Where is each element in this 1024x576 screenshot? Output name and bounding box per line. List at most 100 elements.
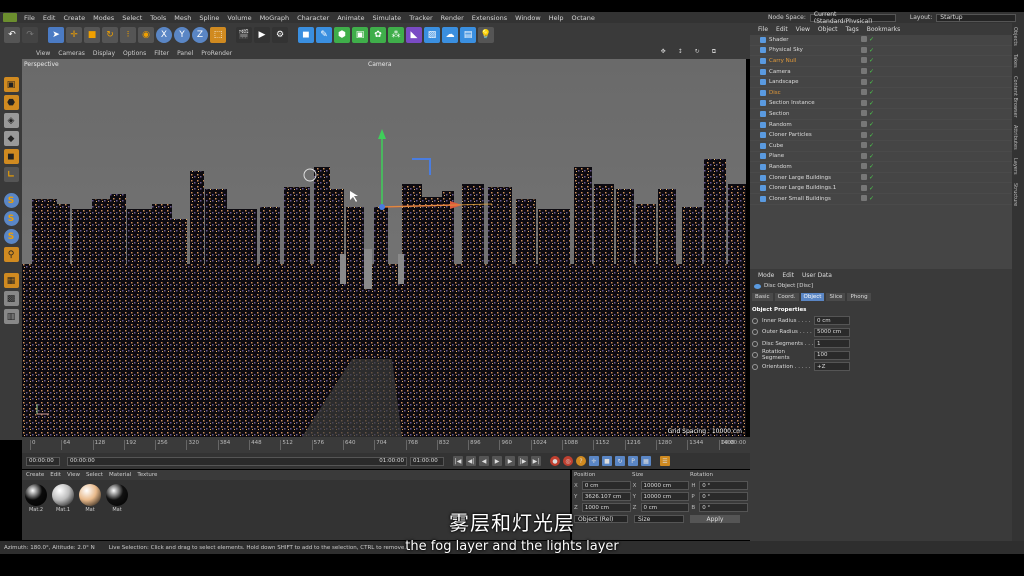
menu-item-create[interactable]: Create [59,14,89,22]
viewport-menu-cameras[interactable]: Cameras [54,50,89,57]
enable-snap-icon[interactable]: S [3,211,19,226]
object-row[interactable]: Section Instance ✓ [750,99,1012,110]
max-time-field[interactable]: 01:00:00 [410,456,444,466]
workplane-icon[interactable]: ⚲ [3,247,19,262]
object-menu-view[interactable]: View [792,26,814,33]
subdivision-icon[interactable]: ⬢ [334,27,350,43]
side-tab-attributes[interactable]: Attributes [1012,121,1018,154]
enabled-check-icon[interactable]: ✓ [869,121,874,128]
object-row[interactable]: Section ✓ [750,109,1012,120]
move-view-icon[interactable]: ✥ [657,48,670,56]
scale-key-icon[interactable]: ■ [602,456,612,466]
enabled-check-icon[interactable]: ✓ [869,174,874,181]
visibility-toggle[interactable] [861,131,867,138]
property-value[interactable]: 5000 cm [814,327,850,337]
menu-item-octane[interactable]: Octane [568,14,599,22]
property-value[interactable]: 0 cm [814,316,850,326]
viewport-menu-options[interactable]: Options [119,50,150,57]
object-row[interactable]: Shader ✓ [750,35,1012,46]
object-menu-tags[interactable]: Tags [841,26,862,33]
viewport[interactable]: Perspective Camera Grid Spacing : 10000 … [22,59,746,437]
quantize-icon[interactable]: S [3,229,19,244]
scale-icon[interactable]: ■ [84,27,100,43]
object-menu-bookmarks[interactable]: Bookmarks [863,26,905,33]
size-field[interactable]: 10000 cm [640,492,690,501]
menu-item-mesh[interactable]: Mesh [170,14,195,22]
layers-icon[interactable]: ▥ [3,309,19,324]
attribute-menu-mode[interactable]: Mode [754,272,778,279]
array-icon[interactable]: ▣ [352,27,368,43]
position-field[interactable]: 3626.107 cm [581,492,631,501]
to-start-icon[interactable]: |◀ [453,456,463,466]
material-menu-edit[interactable]: Edit [50,472,65,478]
next-key-icon[interactable]: |▶ [518,456,528,466]
redo-icon[interactable]: ↷ [22,27,38,43]
tab-phong[interactable]: Phong [847,293,871,301]
animate-dot[interactable] [752,340,758,347]
cube-icon[interactable]: ◼ [298,27,314,43]
autokey-icon[interactable]: ◎ [563,456,573,466]
undo-icon[interactable]: ↶ [4,27,20,43]
side-tab-takes[interactable]: Takes [1012,50,1018,72]
visibility-toggle[interactable] [861,99,867,106]
material-menu-texture[interactable]: Texture [137,472,161,478]
object-row[interactable]: Cloner Particles ✓ [750,130,1012,141]
enabled-check-icon[interactable]: ✓ [869,195,874,202]
tab-slice[interactable]: Slice [826,293,846,301]
enabled-check-icon[interactable]: ✓ [869,100,874,107]
visibility-toggle[interactable] [861,121,867,128]
side-tab-structure[interactable]: Structure [1012,179,1018,210]
object-menu-edit[interactable]: Edit [772,26,792,33]
visibility-toggle[interactable] [861,174,867,181]
object-row[interactable]: Cloner Small Buildings ✓ [750,194,1012,205]
property-value[interactable]: 1 [814,339,850,349]
camera-icon[interactable]: ▤ [460,27,476,43]
menu-item-select[interactable]: Select [118,14,146,22]
make-editable-icon[interactable]: ▣ [3,77,19,92]
z-axis-icon[interactable]: Z [192,27,208,43]
sculpt-icon[interactable]: ▩ [3,291,19,306]
size-field[interactable]: 10000 cm [640,481,690,490]
property-value[interactable]: 100 [814,350,850,360]
enabled-check-icon[interactable]: ✓ [869,36,874,43]
tab-basic[interactable]: Basic [752,293,773,301]
points-mode-icon[interactable]: ◈ [3,113,19,128]
coordinate-system-icon[interactable]: ⬚ [210,27,226,43]
deformer-icon[interactable]: ◣ [406,27,422,43]
move-icon[interactable]: ✛ [66,27,82,43]
material-menu-select[interactable]: Select [86,472,107,478]
enabled-check-icon[interactable]: ✓ [869,132,874,139]
mograph-icon[interactable]: ⁂ [388,27,404,43]
position-key-icon[interactable]: ✛ [589,456,599,466]
enabled-check-icon[interactable]: ✓ [869,47,874,54]
visibility-toggle[interactable] [861,195,867,202]
enabled-check-icon[interactable]: ✓ [869,153,874,160]
prev-key-icon[interactable]: ◀| [466,456,476,466]
menu-item-spline[interactable]: Spline [195,14,223,22]
visibility-toggle[interactable] [861,57,867,64]
zoom-view-icon[interactable]: ↕ [674,48,687,56]
texture-mode-icon[interactable]: ⬣ [3,95,19,110]
object-row[interactable]: Random ✓ [750,120,1012,131]
property-value[interactable]: +Z [814,362,850,372]
rotation-field[interactable]: 0 ° [699,481,749,490]
play-icon[interactable]: ▶ [492,456,502,466]
rotation-field[interactable]: 0 ° [699,492,749,501]
enabled-check-icon[interactable]: ✓ [869,185,874,192]
edges-mode-icon[interactable]: ◆ [3,131,19,146]
side-tab-objects[interactable]: Objects [1012,23,1018,50]
rotate-view-icon[interactable]: ↻ [691,48,704,56]
render-picture-viewer-icon[interactable]: ▶ [254,27,270,43]
menu-item-file[interactable]: File [20,14,39,22]
menu-item-window[interactable]: Window [511,14,545,22]
material-menu-material[interactable]: Material [109,472,135,478]
side-tab-content-browser[interactable]: Content Browser [1012,72,1018,122]
param-key-icon[interactable]: P [628,456,638,466]
menu-item-tools[interactable]: Tools [146,14,170,22]
object-row[interactable]: Cloner Large Buildings ✓ [750,173,1012,184]
menu-item-character[interactable]: Character [293,14,333,22]
object-row[interactable]: Random ✓ [750,162,1012,173]
material-menu-view[interactable]: View [67,472,84,478]
visibility-toggle[interactable] [861,184,867,191]
animate-dot[interactable] [752,329,758,336]
